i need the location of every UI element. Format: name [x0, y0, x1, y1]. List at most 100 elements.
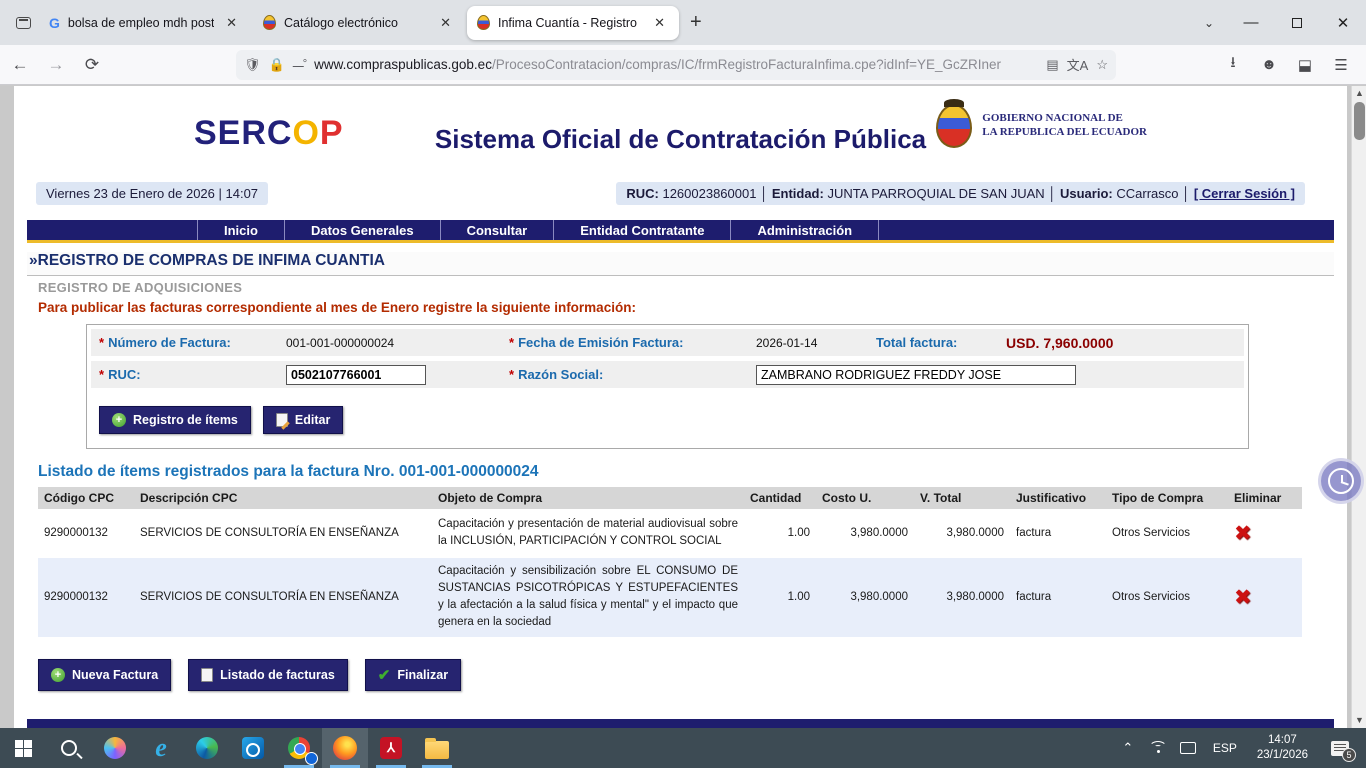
page-scrollbar[interactable]: ▲ ▼ [1351, 86, 1366, 728]
wifi-icon[interactable] [1145, 728, 1171, 768]
nav-item-administracion[interactable]: Administración [731, 220, 879, 240]
delete-item-icon[interactable]: ✖ [1234, 521, 1252, 545]
back-button[interactable]: ← [4, 49, 36, 81]
cast-display-icon[interactable] [1175, 728, 1201, 768]
listado-facturas-button[interactable]: Listado de facturas [188, 659, 348, 691]
translate-icon[interactable]: 文A [1067, 55, 1089, 74]
cell-objeto: Capacitación y sensibilización sobre EL … [432, 557, 744, 638]
taskbar-time: 14:07 [1257, 733, 1308, 748]
bookmark-star-icon[interactable]: ☆ [1096, 57, 1108, 73]
folder-icon [425, 741, 449, 759]
account-icon[interactable]: ☻ [1254, 50, 1284, 80]
taskbar-explorer-button[interactable] [414, 728, 460, 768]
new-tab-button[interactable]: + [690, 11, 702, 34]
windows-taskbar: e ⅄ ⌃ ESP 14:07 23/1/2026 5 [0, 728, 1366, 768]
chrome-profile-badge [305, 752, 318, 765]
razon-social-input[interactable] [756, 365, 1076, 385]
entity-value: JUNTA PARROQUIAL DE SAN JUAN [827, 186, 1044, 201]
floating-timer-widget[interactable] [1318, 458, 1364, 504]
nav-item-datos-generales[interactable]: Datos Generales [285, 220, 441, 240]
total-factura-value: USD. 7,960.0000 [1006, 335, 1113, 351]
tab-close-icon[interactable]: ✕ [436, 14, 455, 32]
taskbar-edge-button[interactable] [184, 728, 230, 768]
tab-bolsa-de-empleo[interactable]: G bolsa de empleo mdh postular ✕ [39, 6, 251, 40]
registro-items-button[interactable]: +Registro de ítems [99, 406, 251, 434]
form-row-1: *Número de Factura: 001-001-000000024 *F… [91, 329, 1244, 356]
ecuador-favicon [477, 15, 490, 30]
editar-button[interactable]: Editar [263, 406, 343, 434]
nav-item-entidad-contratante[interactable]: Entidad Contratante [554, 220, 731, 240]
tab-close-icon[interactable]: ✕ [222, 14, 241, 32]
extensions-icon[interactable]: ⬓ [1290, 50, 1320, 80]
scroll-down-icon[interactable]: ▼ [1352, 713, 1366, 728]
shield-icon[interactable]: 🛡 [244, 57, 261, 73]
notification-center-button[interactable]: 5 [1320, 728, 1360, 768]
session-chip: RUC: 1260023860001 │ Entidad: JUNTA PARR… [616, 182, 1305, 205]
nav-item-consultar[interactable]: Consultar [441, 220, 555, 240]
scroll-up-icon[interactable]: ▲ [1352, 86, 1366, 101]
copilot-icon [104, 737, 126, 759]
cell-codigo: 9290000132 [38, 557, 134, 638]
entity-label: Entidad: [772, 186, 824, 201]
plus-icon: + [112, 413, 126, 427]
start-button[interactable] [0, 728, 46, 768]
finalizar-button[interactable]: ✔Finalizar [365, 659, 461, 691]
forward-button[interactable]: → [40, 49, 72, 81]
firefox-view-icon[interactable] [8, 8, 38, 38]
reload-button[interactable]: ⟳ [76, 49, 108, 81]
tab-title: bolsa de empleo mdh postular [68, 16, 214, 30]
browser-url-bar: ← → ⟳ 🛡 🔒 ⎼° www.compraspublicas.gob.ec/… [0, 45, 1366, 85]
nav-item-inicio[interactable]: Inicio [197, 220, 285, 240]
edit-icon [276, 413, 288, 427]
tab-catalogo-electronico[interactable]: Catálogo electrónico ✕ [253, 6, 465, 40]
windows-logo-icon [15, 740, 32, 757]
ecuador-crest-icon [936, 104, 972, 148]
taskbar-outlook-button[interactable] [230, 728, 276, 768]
col-v-total: V. Total [914, 487, 1010, 510]
scrollbar-thumb[interactable] [1354, 102, 1365, 140]
tab-close-icon[interactable]: ✕ [650, 14, 669, 32]
taskbar-clock[interactable]: 14:07 23/1/2026 [1249, 733, 1316, 763]
tray-chevron-icon[interactable]: ⌃ [1115, 728, 1141, 768]
reader-mode-icon[interactable]: ▤ [1046, 57, 1058, 73]
taskbar-acrobat-button[interactable]: ⅄ [368, 728, 414, 768]
ruc-input[interactable] [286, 365, 426, 385]
language-indicator[interactable]: ESP [1205, 741, 1245, 755]
browser-tab-bar: G bolsa de empleo mdh postular ✕ Catálog… [0, 0, 1366, 45]
nueva-factura-button[interactable]: +Nueva Factura [38, 659, 171, 691]
page-subtitle: REGISTRO DE ADQUISICIONES [38, 280, 1334, 295]
col-eliminar: Eliminar [1228, 487, 1302, 510]
cell-objeto: Capacitación y presentación de material … [432, 510, 744, 557]
address-field[interactable]: 🛡 🔒 ⎼° www.compraspublicas.gob.ec/Proces… [236, 50, 1116, 80]
taskbar-search-button[interactable] [46, 728, 92, 768]
ruc-label: RUC: [626, 186, 659, 201]
taskbar-chrome-button[interactable] [276, 728, 322, 768]
col-cantidad: Cantidad [744, 487, 816, 510]
cell-v-total: 3,980.0000 [914, 510, 1010, 557]
window-minimize-button[interactable]: — [1228, 0, 1274, 45]
delete-item-icon[interactable]: ✖ [1234, 585, 1252, 609]
url-text[interactable]: www.compraspublicas.gob.ec/ProcesoContra… [314, 57, 1038, 72]
window-maximize-button[interactable] [1274, 0, 1320, 45]
taskbar-firefox-button[interactable] [322, 728, 368, 768]
invoice-form: *Número de Factura: 001-001-000000024 *F… [86, 324, 1249, 449]
table-row: 9290000132 SERVICIOS DE CONSULTORÍA EN E… [38, 557, 1302, 638]
cell-tipo-compra: Otros Servicios [1106, 557, 1228, 638]
browser-viewport: SERCOP Sistema Oficial de Contratación P… [0, 86, 1366, 728]
list-all-tabs-icon[interactable]: ⌄ [1190, 16, 1228, 30]
menu-hamburger-icon[interactable]: ☰ [1326, 50, 1356, 80]
downloads-icon[interactable]: ⭳ [1218, 50, 1248, 80]
taskbar-copilot-button[interactable] [92, 728, 138, 768]
logout-link[interactable]: [ Cerrar Sesión ] [1194, 186, 1295, 201]
taskbar-internet-explorer-button[interactable]: e [138, 728, 184, 768]
url-path: /ProcesoContratacion/compras/IC/frmRegis… [492, 57, 1001, 72]
window-close-button[interactable]: ✕ [1320, 0, 1366, 45]
lock-icon[interactable]: 🔒 [269, 57, 285, 73]
permissions-icon[interactable]: ⎼° [293, 58, 306, 71]
razon-social-label: *Razón Social: [501, 367, 756, 382]
edge-icon [196, 737, 218, 759]
tab-infima-cuantia-active[interactable]: Infima Cuantía - Registro ✕ [467, 6, 679, 40]
internet-explorer-icon: e [155, 733, 167, 763]
col-tipo-compra: Tipo de Compra [1106, 487, 1228, 510]
taskbar-date: 23/1/2026 [1257, 748, 1308, 763]
